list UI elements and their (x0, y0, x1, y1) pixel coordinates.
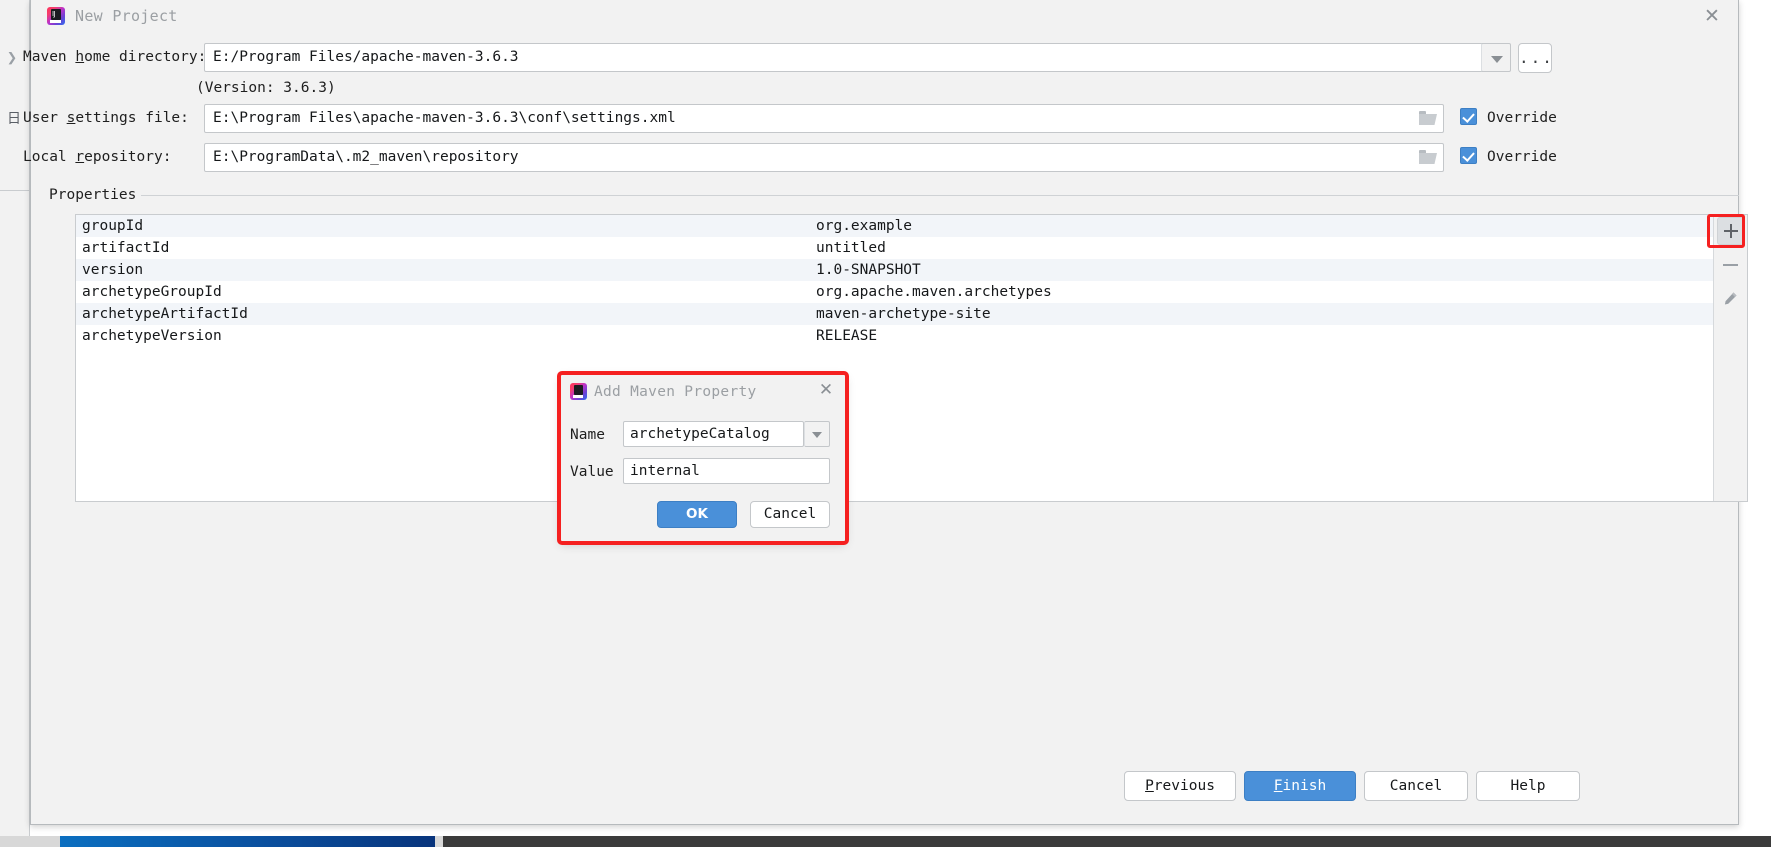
add-property-button[interactable] (1717, 217, 1745, 245)
help-button[interactable]: Help (1476, 771, 1580, 801)
property-value: 1.0-SNAPSHOT (816, 262, 921, 278)
table-empty-area[interactable] (76, 347, 1713, 501)
property-value: RELEASE (816, 328, 878, 344)
property-key: archetypeGroupId (82, 284, 222, 300)
user-settings-override-label: Override (1487, 110, 1557, 126)
properties-table-toolbar (1713, 215, 1747, 501)
property-key: archetypeVersion (82, 328, 222, 344)
finish-button[interactable]: Finish (1244, 771, 1356, 801)
property-key: archetypeArtifactId (82, 306, 248, 322)
table-row[interactable]: archetypeGroupId org.apache.maven.archety… (76, 281, 1713, 303)
property-key: groupId (82, 218, 144, 234)
property-key: version (82, 262, 144, 278)
table-row[interactable]: groupId org.example (76, 215, 1713, 237)
local-repository-mnemonic: r (75, 149, 85, 165)
properties-section-rule (141, 195, 1739, 196)
maven-home-mnemonic: h (75, 49, 85, 65)
modal-highlight-outline (557, 371, 849, 545)
ide-sidebar-glyph[interactable]: 日 (3, 108, 25, 130)
maven-version-note: (Version: 3.6.3) (196, 80, 336, 96)
intellij-idea-icon: IJ (47, 7, 65, 25)
user-settings-label: User settings file: (23, 110, 189, 126)
table-row[interactable]: archetypeVersion RELEASE (76, 325, 1713, 347)
maven-home-dropdown-button[interactable] (1481, 43, 1511, 72)
folder-icon[interactable] (1419, 150, 1437, 164)
property-value: maven-archetype-site (816, 306, 991, 322)
remove-property-button[interactable] (1717, 251, 1745, 279)
table-row[interactable]: archetypeArtifactId maven-archetype-site (76, 303, 1713, 325)
close-icon[interactable]: ✕ (1702, 6, 1722, 26)
taskbar-window-b[interactable] (443, 836, 1771, 847)
local-repository-override-label: Override (1487, 149, 1557, 165)
screen-root: ❯ 日 IJ New Project ✕ Maven home director… (0, 0, 1771, 847)
table-row[interactable]: version 1.0-SNAPSHOT (76, 259, 1713, 281)
properties-table-body[interactable]: groupId org.example artifactId untitled vers… (76, 215, 1713, 501)
dialog-title: New Project (75, 7, 178, 25)
dialog-titlebar: IJ New Project ✕ (31, 0, 1738, 32)
property-value: org.example (816, 218, 913, 234)
properties-section-label: Properties (49, 186, 145, 204)
properties-table: groupId org.example artifactId untitled vers… (75, 214, 1748, 502)
local-repository-label: Local repository: (23, 149, 172, 165)
pencil-icon (1724, 292, 1737, 305)
property-value: org.apache.maven.archetypes (816, 284, 1052, 300)
maven-home-input[interactable]: E:/Program Files/apache-maven-3.6.3 (204, 43, 1492, 72)
maven-home-label: Maven home directory: (23, 49, 207, 65)
local-repository-override-checkbox[interactable] (1460, 147, 1477, 164)
property-key: artifactId (82, 240, 170, 256)
edit-property-button[interactable] (1717, 285, 1745, 313)
table-row[interactable]: artifactId untitled (76, 237, 1713, 259)
chevron-right-icon[interactable]: ❯ (2, 48, 22, 68)
local-repository-input[interactable]: E:\ProgramData\.m2_maven\repository (204, 143, 1444, 172)
user-settings-override-checkbox[interactable] (1460, 108, 1477, 125)
chevron-down-icon (1491, 56, 1503, 63)
ide-gutter-divider (0, 190, 29, 191)
folder-icon[interactable] (1419, 111, 1437, 125)
taskbar (0, 836, 1771, 847)
taskbar-window-a[interactable] (60, 836, 435, 847)
previous-button[interactable]: Previous (1124, 771, 1236, 801)
property-value: untitled (816, 240, 886, 256)
new-project-dialog: IJ New Project ✕ Maven home directory: E… (23, 0, 1748, 825)
cancel-button[interactable]: Cancel (1364, 771, 1468, 801)
maven-home-browse-button[interactable]: ... (1518, 43, 1552, 73)
user-settings-input[interactable]: E:\Program Files\apache-maven-3.6.3\conf… (204, 104, 1444, 133)
